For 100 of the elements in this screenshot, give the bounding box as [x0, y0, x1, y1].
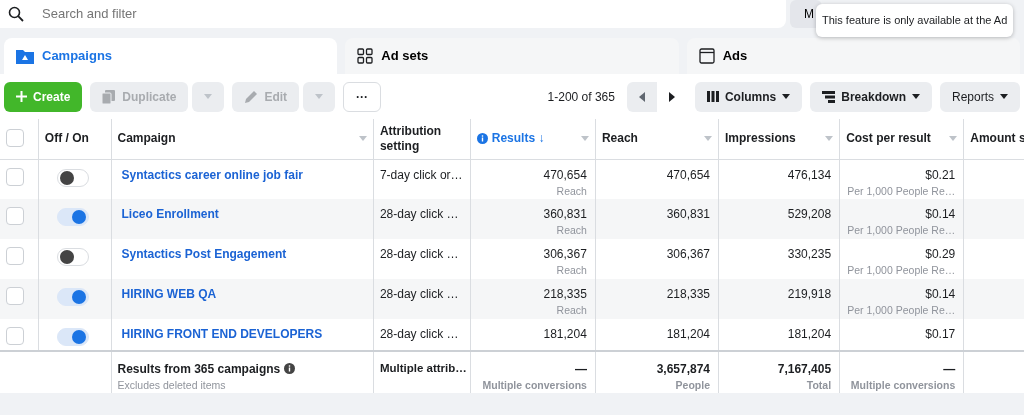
- table-cell-text: $0.14: [924, 285, 956, 303]
- table-cell-text: 476,134: [786, 166, 832, 184]
- tab[interactable]: Ad sets: [345, 38, 679, 74]
- campaign-name[interactable]: HIRING WEB QA: [121, 286, 217, 303]
- table-cell-text: 7-day click or…: [379, 166, 464, 184]
- cell-caption: Multiple conversions: [849, 377, 956, 393]
- tab[interactable]: Ads: [686, 38, 1020, 74]
- table-cell-text: 28-day click …: [379, 285, 460, 303]
- select-all-checkbox[interactable]: [6, 128, 24, 147]
- grid-icon: [357, 48, 374, 64]
- toggle-switch[interactable]: [56, 327, 89, 346]
- table-cell-text: 28-day click …: [379, 206, 460, 224]
- caret-icon: [1000, 94, 1008, 99]
- column-header[interactable]: Impressions: [725, 131, 796, 147]
- summary-note: Excludes deleted items: [117, 377, 227, 393]
- table-cell-text: 360,831: [665, 206, 711, 224]
- column-header[interactable]: Results ↓: [476, 131, 545, 147]
- table-cell-text: —: [573, 360, 587, 378]
- table-cell-text: —: [942, 360, 956, 378]
- dropdown-button[interactable]: [303, 81, 336, 112]
- caret-icon: [358, 136, 367, 142]
- table-cell-text: 470,654: [542, 166, 587, 184]
- tooltip: This feature is only available at the Ad: [816, 4, 1014, 37]
- campaign-name[interactable]: HIRING FRONT END DEVELOPERS: [121, 326, 323, 343]
- row-checkbox[interactable]: [6, 207, 24, 226]
- table-cell-text: 7,167,405: [776, 360, 832, 378]
- table-cell-text: $0.21: [924, 166, 956, 184]
- right-arrow-icon: [668, 91, 675, 102]
- toggle-switch[interactable]: [56, 168, 89, 187]
- caret-icon: [782, 94, 791, 99]
- caret-icon: [580, 136, 589, 142]
- columns-icon: [706, 91, 719, 102]
- column-header[interactable]: Off / On: [44, 131, 89, 147]
- table-cell-text: 306,367: [542, 246, 587, 263]
- campaign-name[interactable]: Syntactics Post Engagement: [121, 247, 287, 263]
- table-cell-text: 181,204: [665, 325, 711, 343]
- dropdown-button[interactable]: [192, 81, 225, 112]
- search-field[interactable]: Search and filter: [40, 3, 740, 25]
- plus-icon: [16, 91, 27, 102]
- more-button[interactable]: ···: [343, 81, 382, 112]
- cell-caption: Reach: [555, 302, 587, 318]
- breakdown-button[interactable]: Breakdown: [810, 81, 932, 112]
- column-header[interactable]: Reach: [601, 131, 638, 147]
- cell-caption: Multiple conversions: [481, 377, 587, 393]
- pagination-text: 1-200 of 365: [547, 88, 615, 106]
- column-header[interactable]: Cost per result: [846, 131, 931, 147]
- info-icon: [476, 133, 488, 145]
- caret-icon: [315, 94, 324, 99]
- row-checkbox[interactable]: [6, 326, 24, 345]
- table-cell-text: 219,918: [786, 285, 832, 303]
- reports-button[interactable]: Reports: [939, 81, 1020, 112]
- table-cell-text: 181,204: [542, 325, 587, 343]
- table-cell-text: $0.17: [924, 325, 956, 343]
- cell-caption: Total: [805, 377, 832, 393]
- row-checkbox[interactable]: [6, 247, 24, 265]
- caret-icon: [949, 136, 958, 142]
- cell-caption: Per 1,000 People Re…: [846, 263, 956, 278]
- breakdown-icon: [822, 90, 836, 103]
- folder-icon: [16, 48, 34, 64]
- column-header[interactable]: Attribution setting: [379, 123, 464, 154]
- table-cell-text: 360,831: [542, 206, 587, 224]
- table-cell-text: 3,657,874: [655, 360, 711, 378]
- summary-title: Results from 365 campaigns: [117, 360, 281, 378]
- info-icon: [284, 363, 296, 374]
- campaign-name[interactable]: Syntactics career online job fair: [121, 167, 303, 184]
- pencil-icon: [244, 89, 259, 104]
- caret-icon: [204, 94, 213, 99]
- table-cell-text: Multiple attrib…: [379, 360, 464, 376]
- columns-button[interactable]: Columns: [694, 81, 803, 112]
- toggle-switch[interactable]: [56, 248, 89, 266]
- caret-icon: [704, 136, 713, 142]
- cell-caption: Per 1,000 People Re…: [846, 183, 956, 199]
- table-cell-text: 306,367: [665, 246, 711, 263]
- copy-icon: [102, 89, 117, 104]
- column-header[interactable]: Campaign: [117, 131, 176, 147]
- row-checkbox[interactable]: [6, 167, 24, 186]
- table-cell-text: 218,335: [542, 285, 587, 303]
- table-cell-text: 529,208: [786, 206, 832, 224]
- caret-icon: [911, 94, 920, 99]
- cell-caption: Reach: [555, 223, 587, 239]
- cell-caption: Reach: [555, 263, 587, 278]
- toggle-switch[interactable]: [56, 287, 89, 306]
- campaign-name[interactable]: Liceo Enrollment: [121, 207, 219, 223]
- search-bar[interactable]: Search and filter: [0, 0, 786, 28]
- table-cell-text: 28-day click …: [379, 325, 460, 343]
- row-checkbox[interactable]: [6, 286, 24, 305]
- previous-page-button[interactable]: [626, 81, 657, 112]
- search-icon: [8, 6, 24, 22]
- cell-caption: Per 1,000 People Re…: [846, 223, 956, 239]
- table-cell-text: $0.29: [924, 246, 956, 263]
- cell-caption: People: [674, 377, 711, 393]
- table-cell-text: 181,204: [786, 325, 832, 343]
- tab[interactable]: Campaigns: [4, 38, 338, 74]
- left-arrow-icon: [638, 91, 645, 102]
- caret-icon: [825, 136, 834, 142]
- table-cell-text: 470,654: [665, 166, 711, 184]
- toggle-switch[interactable]: [56, 208, 89, 227]
- table-cell-text: $0.14: [924, 206, 956, 224]
- table-cell-text: 218,335: [665, 285, 711, 303]
- table-cell-text: 28-day click …: [379, 246, 460, 263]
